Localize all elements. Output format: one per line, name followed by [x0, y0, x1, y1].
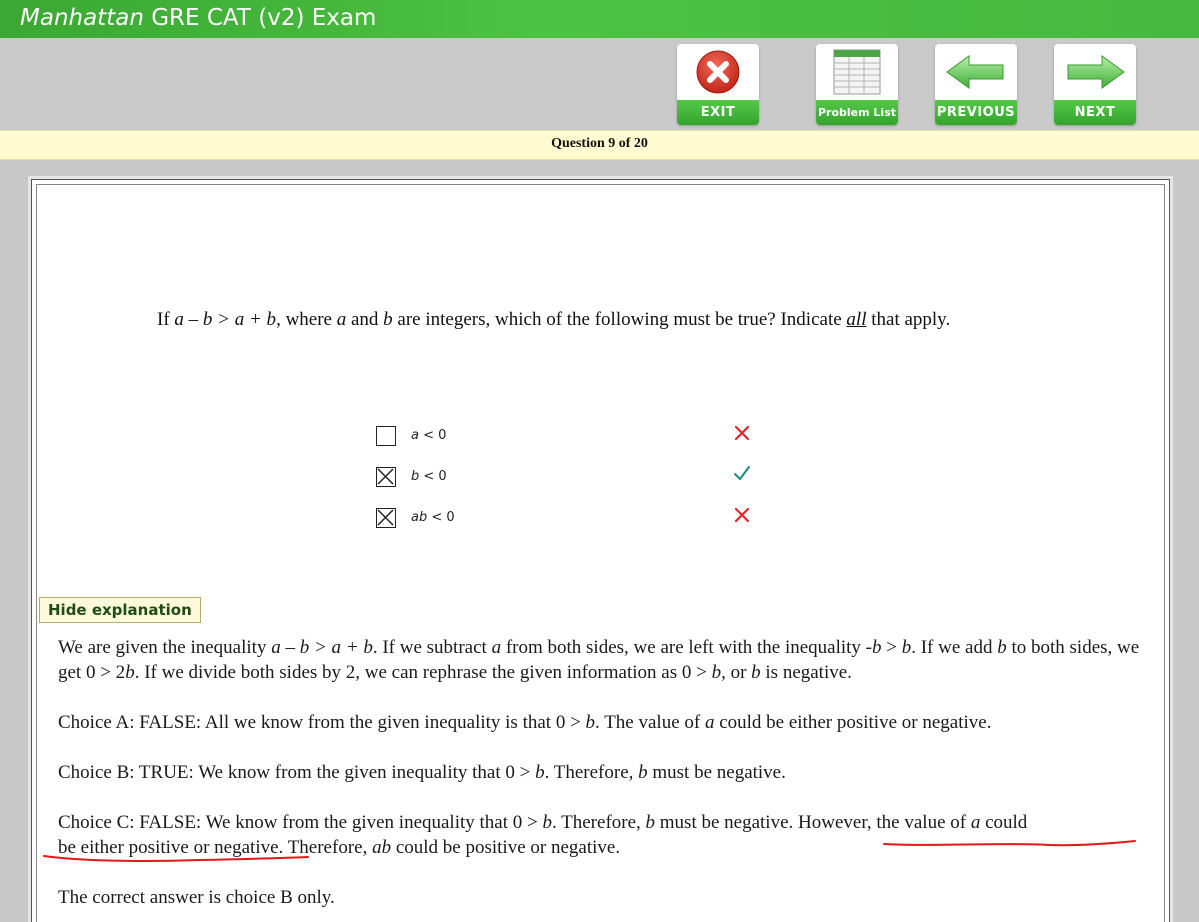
explanation-choice-a: Choice A: FALSE: All we know from the gi…: [58, 712, 992, 733]
checkbox[interactable]: [376, 426, 396, 446]
hide-explanation-button[interactable]: Hide explanation: [39, 597, 201, 623]
choice-label: a < 0: [411, 428, 447, 443]
check-x-icon: [377, 468, 394, 485]
question-text: , where: [276, 309, 337, 330]
question-text: If: [157, 309, 175, 330]
checkbox-checked[interactable]: [376, 467, 396, 487]
handwritten-underline: [43, 855, 309, 862]
exit-button[interactable]: EXIT: [677, 44, 759, 125]
next-label: NEXT: [1054, 100, 1136, 125]
problem-list-label: Problem List: [816, 100, 898, 125]
incorrect-mark-icon: [734, 507, 750, 523]
checkbox-checked[interactable]: [376, 508, 396, 528]
question-inequality: a – b > a + b: [174, 309, 277, 330]
table-icon: [833, 49, 881, 95]
handwritten-underline: [883, 840, 1136, 847]
arrow-left-icon: [946, 55, 1004, 89]
question-text: and: [346, 309, 384, 330]
correct-check-icon: [734, 466, 750, 480]
explanation-choice-b: Choice B: TRUE: We know from the given i…: [58, 762, 786, 783]
question-text: that apply.: [866, 309, 951, 330]
question-progress-bar: Question 9 of 20: [0, 130, 1199, 160]
explanation-paragraph: We are given the inequality a – b > a + …: [58, 637, 1140, 683]
app-title-brand: Manhattan: [20, 5, 144, 31]
next-button[interactable]: NEXT: [1054, 44, 1136, 125]
question-var: b: [383, 309, 393, 330]
arrow-right-icon: [1067, 55, 1125, 89]
previous-button[interactable]: PREVIOUS: [935, 44, 1017, 125]
question-counter: Question 9 of 20: [551, 136, 648, 151]
app-title-bar: Manhattan GRE CAT (v2) Exam: [0, 0, 1199, 38]
app-title-text: GRE CAT (v2) Exam: [143, 5, 377, 31]
problem-list-button[interactable]: Problem List: [816, 44, 898, 125]
choice-label: b < 0: [411, 469, 447, 484]
previous-label: PREVIOUS: [935, 100, 1017, 125]
close-icon: [696, 50, 740, 94]
check-x-icon: [377, 509, 394, 526]
question-stem: If a – b > a + b, where a and b are inte…: [157, 309, 950, 331]
question-text: are integers, which of the following mus…: [392, 309, 847, 330]
question-emphasis: all: [846, 309, 867, 330]
correct-answer-text: The correct answer is choice B only.: [58, 887, 335, 908]
choice-label: ab < 0: [411, 510, 455, 525]
toolbar: EXIT Problem List PREVIOUS NEXT: [0, 38, 1199, 130]
exit-label: EXIT: [677, 100, 759, 125]
question-var: a: [336, 309, 347, 330]
incorrect-mark-icon: [734, 425, 750, 441]
